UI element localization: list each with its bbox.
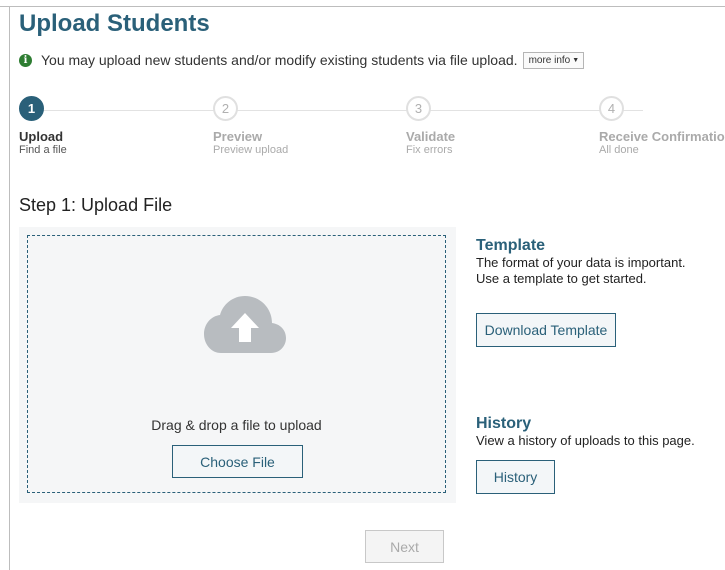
cloud-upload-icon bbox=[204, 296, 286, 353]
next-button[interactable]: Next bbox=[365, 530, 444, 563]
drop-instructions: Drag & drop a file to upload bbox=[151, 417, 322, 433]
step-preview: 2 Preview Preview upload bbox=[213, 96, 288, 156]
frame-top-border bbox=[0, 6, 725, 7]
step-receive-confirmation: 4 Receive Confirmation All done bbox=[599, 96, 725, 156]
step-title: Upload bbox=[19, 129, 64, 144]
history-button[interactable]: History bbox=[476, 460, 555, 494]
info-circle-icon: i bbox=[19, 53, 32, 67]
frame-left-border bbox=[9, 6, 10, 570]
info-text: You may upload new students and/or modif… bbox=[41, 52, 518, 68]
choose-file-button[interactable]: Choose File bbox=[172, 445, 303, 478]
step-title: Preview bbox=[213, 129, 263, 144]
step-number-circle: 1 bbox=[19, 96, 44, 121]
step-number-circle: 3 bbox=[406, 96, 431, 121]
step-subtitle: All done bbox=[599, 144, 639, 156]
step-validate: 3 Validate Fix errors bbox=[406, 96, 455, 156]
upload-panel: Drag & drop a file to upload Choose File bbox=[19, 227, 456, 503]
step-subtitle: Preview upload bbox=[213, 144, 289, 156]
download-template-button[interactable]: Download Template bbox=[476, 313, 616, 347]
history-heading: History bbox=[476, 415, 532, 432]
file-drop-zone[interactable]: Drag & drop a file to upload Choose File bbox=[27, 235, 446, 493]
step-number-circle: 2 bbox=[213, 96, 238, 121]
stepper-line bbox=[43, 110, 643, 111]
caret-down-icon: ▼ bbox=[572, 56, 580, 64]
step-subtitle: Fix errors bbox=[406, 144, 453, 156]
history-description: View a history of uploads to this page. bbox=[476, 433, 695, 448]
section-title: Step 1: Upload File bbox=[19, 195, 173, 215]
more-info-button[interactable]: more info ▼ bbox=[522, 51, 585, 69]
step-number-circle: 4 bbox=[599, 96, 624, 121]
progress-stepper: 1 Upload Find a file 2 Preview Preview u… bbox=[0, 96, 725, 166]
step-subtitle: Find a file bbox=[19, 144, 67, 156]
template-heading: Template bbox=[476, 237, 546, 254]
info-banner: i You may upload new students and/or mod… bbox=[19, 50, 585, 70]
step-title: Receive Confirmation bbox=[599, 129, 725, 144]
step-upload: 1 Upload Find a file bbox=[19, 96, 67, 156]
page-title: Upload Students bbox=[19, 10, 210, 37]
template-description: The format of your data is important. Us… bbox=[476, 255, 686, 286]
step-title: Validate bbox=[406, 129, 456, 144]
more-info-label: more info bbox=[528, 54, 571, 66]
